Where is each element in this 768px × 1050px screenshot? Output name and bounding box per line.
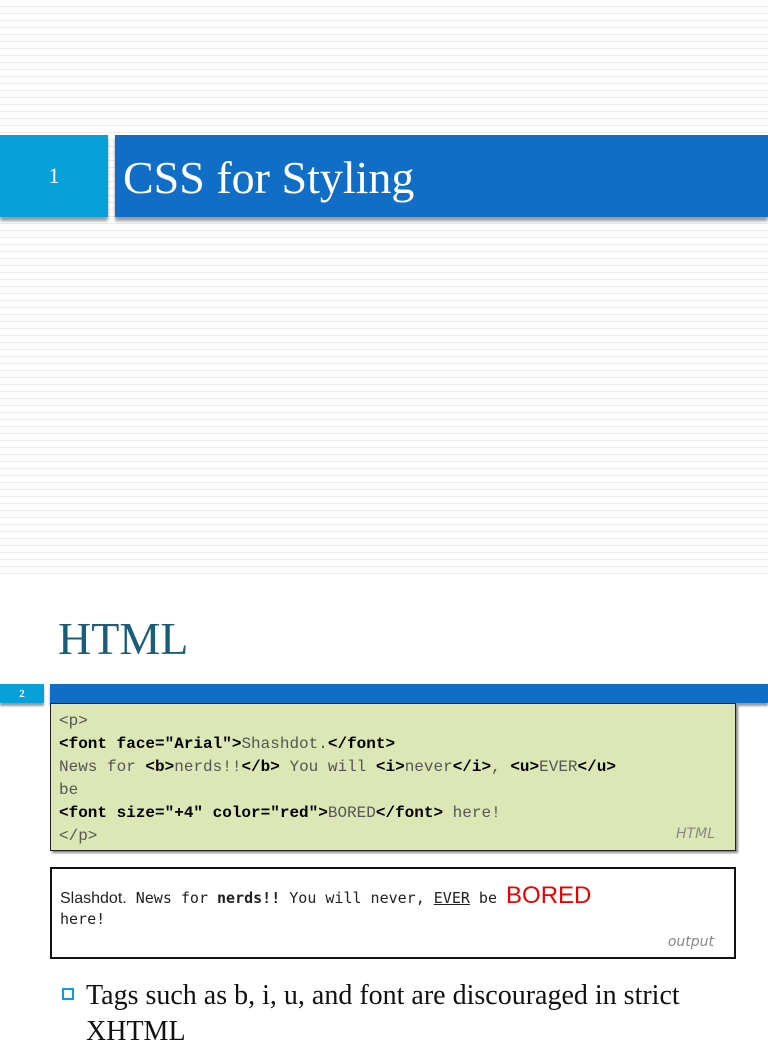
code-tag: </font> xyxy=(375,804,444,822)
output-text: News for xyxy=(126,889,218,907)
code-text: BORED xyxy=(327,804,376,822)
output-box: Slashdot. News for nerds!! You will neve… xyxy=(50,867,736,959)
code-tag: </i> xyxy=(452,758,492,776)
code-tag: </u> xyxy=(577,758,616,776)
code-text: Shashdot. xyxy=(241,735,328,753)
slide-number: 2 xyxy=(0,684,44,703)
output-text: BORED xyxy=(506,882,592,909)
slide-number: 1 xyxy=(0,135,108,217)
output-text: EVER xyxy=(433,889,470,907)
output-text: You will never, xyxy=(280,889,434,907)
output-text: Slashdot. xyxy=(60,890,127,907)
code-text: nerds!! xyxy=(174,758,242,776)
code-text: be xyxy=(59,781,79,799)
output-label: output xyxy=(667,934,714,950)
title-bar: CSS for Styling xyxy=(115,135,768,217)
bullet-text: Tags such as b, i, u, and font are disco… xyxy=(86,980,680,1047)
code-tag: <u> xyxy=(510,758,540,776)
code-text: never xyxy=(404,758,453,776)
code-text: </p> xyxy=(59,827,98,845)
html-code-box: <p> <font face="Arial">Shashdot.</font> … xyxy=(50,703,736,851)
output-text: here! xyxy=(60,910,106,928)
code-text: You will xyxy=(279,758,376,776)
code-text: EVER xyxy=(539,758,578,776)
code-tag: </b> xyxy=(241,758,280,776)
output-text: be xyxy=(469,889,507,907)
bullet-item: Tags such as b, i, u, and font are disco… xyxy=(62,978,706,1050)
code-label: HTML xyxy=(676,826,715,842)
code-tag: <b> xyxy=(145,758,175,776)
slide-1: 1 CSS for Styling xyxy=(0,0,768,575)
code-text: News for xyxy=(59,758,146,776)
code-tag: <font face="Arial"> xyxy=(59,735,242,753)
code-tag: <i> xyxy=(375,758,405,776)
slide-title: CSS for Styling xyxy=(123,152,415,203)
title-bar xyxy=(50,684,768,703)
slide-title: HTML xyxy=(58,613,189,664)
output-text: nerds!! xyxy=(217,889,281,907)
code-tag: <font size="+4" color="red"> xyxy=(59,804,328,822)
code-text: here! xyxy=(443,804,501,822)
code-text: , xyxy=(491,758,511,776)
code-text: <p> xyxy=(59,712,88,730)
code-tag: </font> xyxy=(327,735,396,753)
square-bullet-icon xyxy=(62,988,74,1000)
